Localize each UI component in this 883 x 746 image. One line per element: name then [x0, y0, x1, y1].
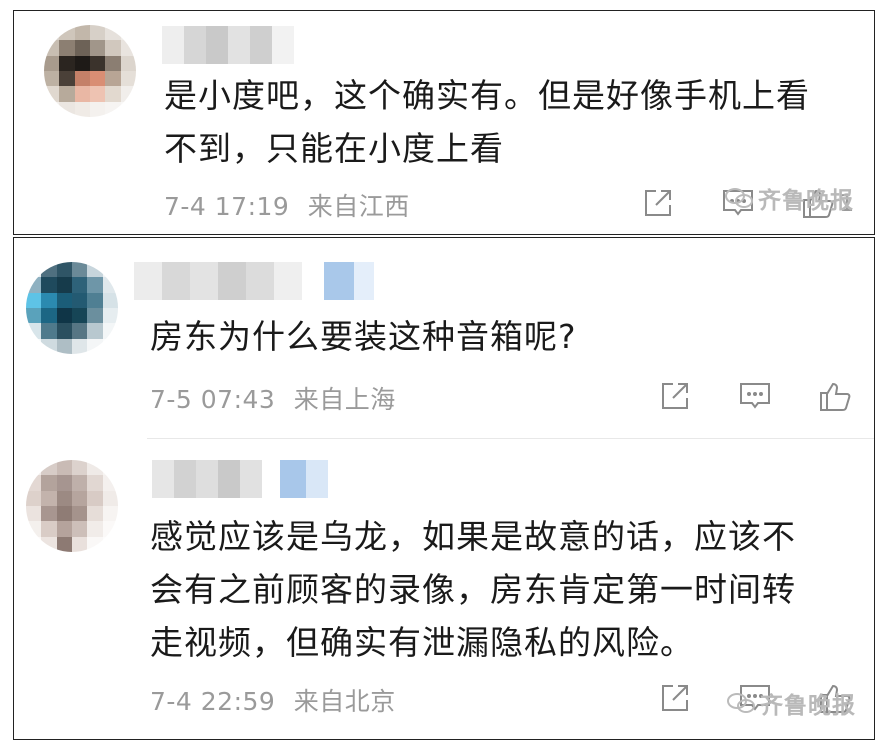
share-button[interactable]: [639, 185, 677, 221]
comment-meta: 7-4 17:19 来自江西: [164, 187, 410, 223]
share-icon: [645, 190, 671, 216]
comment-icon: [740, 383, 770, 409]
share-icon: [662, 685, 688, 711]
username-obscured[interactable]: [152, 460, 328, 498]
share-button[interactable]: [656, 680, 694, 716]
comment-time: 7-4 17:19: [164, 192, 290, 221]
avatar[interactable]: [26, 460, 118, 552]
comment-button[interactable]: [736, 378, 774, 414]
comment-text: 感觉应该是乌龙，如果是故意的话，应该不 会有之前顾客的录像，房东肯定第一时间转 走视…: [150, 510, 796, 669]
comment-text-line: 不到，只能在小度上看: [164, 129, 504, 168]
watermark-text: 齐鲁晚报: [758, 188, 854, 214]
watermark-text: 齐鲁晚报: [760, 693, 856, 719]
comment-text-line: 走视频，但确实有泄漏隐私的风险。: [150, 623, 694, 662]
comment-time: 7-4 22:59: [150, 687, 276, 716]
comment-location: 来自北京: [293, 687, 396, 716]
share-icon: [662, 383, 688, 409]
avatar[interactable]: [44, 25, 136, 117]
comment-text-line: 会有之前顾客的录像，房东肯定第一时间转: [150, 570, 796, 609]
comment-text-line: 感觉应该是乌龙，如果是故意的话，应该不: [150, 517, 796, 556]
comment-text-line: 房东为什么要装这种音箱呢?: [150, 317, 577, 356]
comment-meta: 7-4 22:59 来自北京: [150, 682, 396, 718]
comment-meta: 7-5 07:43 来自上海: [150, 380, 396, 416]
like-button[interactable]: [816, 378, 854, 414]
comment-location: 来自上海: [293, 385, 396, 414]
comment-actions: [656, 378, 856, 414]
comment-panel-2: 房东为什么要装这种音箱呢? 7-5 07:43 来自上海 感觉应该是乌龙，如果是…: [13, 237, 875, 740]
like-icon: [820, 382, 851, 411]
username-obscured[interactable]: [134, 262, 374, 300]
avatar[interactable]: [26, 262, 118, 354]
comment-time: 7-5 07:43: [150, 385, 276, 414]
comment-text: 房东为什么要装这种音箱呢?: [150, 310, 577, 363]
comment-location: 来自江西: [307, 192, 410, 221]
share-button[interactable]: [656, 378, 694, 414]
wechat-logo-icon: [725, 188, 753, 208]
username-obscured[interactable]: [162, 26, 294, 64]
comment-text-line: 是小度吧，这个确实有。但是好像手机上看: [164, 76, 810, 115]
comment-divider: [147, 438, 874, 439]
comment-text: 是小度吧，这个确实有。但是好像手机上看 不到，只能在小度上看: [164, 69, 810, 175]
watermark: 齐鲁晚报: [724, 181, 854, 215]
comment-panel-1: 是小度吧，这个确实有。但是好像手机上看 不到，只能在小度上看 7-4 17:19 …: [13, 10, 875, 235]
watermark: 齐鲁晚报: [726, 686, 856, 720]
wechat-logo-icon: [727, 693, 755, 713]
